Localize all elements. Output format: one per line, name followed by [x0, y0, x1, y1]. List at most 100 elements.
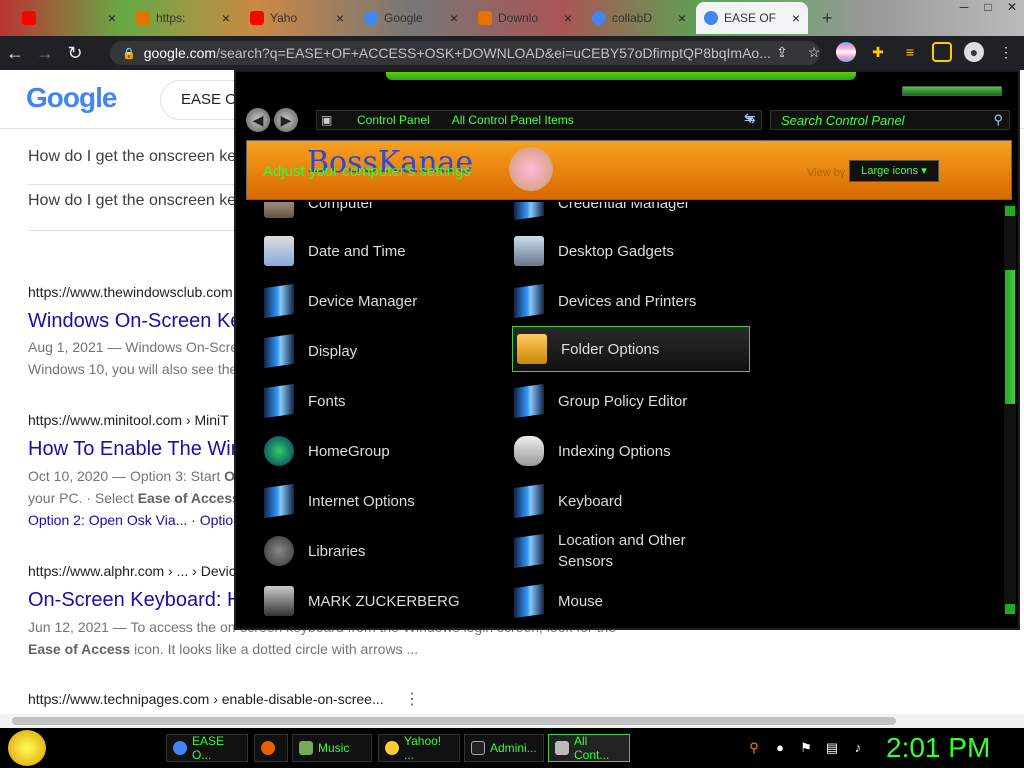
search-input[interactable]: Search Control Panel ⚲	[770, 110, 1010, 130]
star-icon[interactable]: ☆	[804, 42, 824, 62]
flag-extension-icon[interactable]	[836, 42, 856, 62]
result-snippet: Windows 10, you will also see the	[28, 361, 238, 377]
cp-item-homegroup[interactable]: HomeGroup	[236, 428, 486, 474]
cp-item-location-sensors[interactable]: Location and Other Sensors	[486, 528, 726, 574]
search-icon[interactable]: ⚲	[993, 112, 1003, 128]
folder-icon	[517, 334, 547, 364]
breadcrumb-item[interactable]: Control Panel	[357, 113, 430, 127]
back-icon[interactable]: ←	[0, 43, 30, 64]
cp-item-internet-options[interactable]: Internet Options	[236, 478, 486, 524]
tab-3[interactable]: Yaho ×	[242, 2, 352, 34]
close-icon[interactable]: ×	[792, 10, 800, 26]
sidepanel-icon[interactable]	[932, 42, 952, 62]
scroll-down-icon[interactable]	[1005, 604, 1015, 614]
related-question[interactable]: How do I get the onscreen ke	[28, 192, 236, 210]
taskbar-button-yahoo[interactable]: Yahoo! ...	[378, 734, 460, 762]
close-icon[interactable]: ×	[678, 10, 686, 26]
result-sitelinks[interactable]: Option 2: Open Osk Via... · Option	[28, 512, 241, 528]
clock-icon	[264, 236, 294, 266]
cp-item-keyboard[interactable]: Keyboard	[486, 478, 726, 524]
tab-5[interactable]: Downlo ×	[470, 2, 580, 34]
tab-label: Yaho	[270, 11, 298, 25]
cp-item-label: Display	[308, 342, 358, 360]
scrollbar-thumb[interactable]	[1005, 270, 1015, 404]
cp-item-credential-manager[interactable]: Credential Manager	[486, 202, 726, 226]
menu-icon[interactable]: ⋮	[996, 42, 1016, 62]
close-icon[interactable]: ×	[450, 10, 458, 26]
close-window-icon[interactable]: ✕	[1000, 0, 1024, 22]
scroll-up-icon[interactable]	[1005, 206, 1015, 216]
tab-6[interactable]: collabD ×	[584, 2, 694, 34]
cp-item-date-time[interactable]: Date and Time	[236, 228, 486, 274]
cp-item-group-policy[interactable]: Group Policy Editor	[486, 378, 726, 424]
cp-item-mouse[interactable]: Mouse	[486, 578, 726, 622]
puzzle-icon[interactable]: ✚	[868, 42, 888, 62]
gadgets-icon	[514, 236, 544, 266]
start-button[interactable]	[8, 730, 46, 766]
cp-item-computer[interactable]: Computer	[236, 202, 486, 226]
taskbar-button-cmd[interactable]: Admini...	[464, 734, 544, 762]
forward-icon[interactable]: ▶	[274, 108, 298, 132]
reload-icon[interactable]: ↻	[60, 43, 90, 64]
cp-item-user[interactable]: MARK ZUCKERBERG	[236, 578, 486, 622]
close-icon[interactable]: ×	[108, 10, 116, 26]
cp-nav-buttons: ◀ ▶	[246, 108, 298, 132]
related-question[interactable]: How do I get the onscreen ke	[28, 148, 236, 166]
result-title[interactable]: Windows On-Screen Ke	[28, 310, 241, 333]
minimize-icon[interactable]: ─	[952, 0, 976, 22]
breadcrumb[interactable]: ▣ Control Panel All Control Panel Items …	[316, 110, 762, 130]
taskbar-button-control-panel[interactable]: All Cont...	[548, 734, 630, 762]
google-logo[interactable]: Google	[26, 82, 117, 114]
scrollbar-thumb[interactable]	[12, 717, 896, 725]
search-icon[interactable]: ⚲	[746, 740, 762, 756]
window-buttons[interactable]	[902, 86, 1002, 96]
volume-icon[interactable]: ♪	[850, 740, 866, 756]
tab-label: collabD	[612, 11, 653, 25]
address-host: google.com	[143, 45, 217, 61]
share-icon[interactable]: ⇪	[772, 42, 792, 62]
maximize-icon[interactable]: □	[976, 0, 1000, 22]
horizontal-scrollbar[interactable]	[0, 714, 1024, 728]
profile-icon[interactable]: ●	[964, 42, 984, 62]
cp-item-devices-printers[interactable]: Devices and Printers	[486, 278, 726, 324]
clock[interactable]: 2:01 PM	[886, 732, 990, 764]
more-options-icon[interactable]: ⋮	[404, 689, 420, 709]
tab-active[interactable]: EASE OF ×	[696, 2, 808, 34]
breadcrumb-item[interactable]: All Control Panel Items	[452, 113, 574, 127]
tab-4[interactable]: Google ×	[356, 2, 466, 34]
cp-item-device-manager[interactable]: Device Manager	[236, 278, 486, 324]
taskbar-button-firefox[interactable]	[254, 734, 288, 762]
tab-1[interactable]: ×	[14, 2, 124, 34]
address-bar[interactable]: 🔒 google.com /search?q=EASE+OF+ACCESS+OS…	[110, 41, 820, 65]
new-tab-button[interactable]: +	[814, 2, 840, 34]
taskbar-button-music[interactable]: Music	[292, 734, 372, 762]
result-title[interactable]: How To Enable The Win	[28, 438, 242, 461]
vertical-scrollbar[interactable]	[1004, 204, 1016, 616]
refresh-icon[interactable]: ⇆	[744, 110, 756, 127]
cp-item-desktop-gadgets[interactable]: Desktop Gadgets	[486, 228, 726, 274]
control-panel-icon	[555, 741, 569, 755]
chat-icon[interactable]: ●	[772, 740, 788, 756]
close-icon[interactable]: ×	[564, 10, 572, 26]
cp-item-folder-options[interactable]: Folder Options	[512, 326, 750, 372]
chrome-icon	[173, 741, 187, 755]
view-by-dropdown[interactable]: Large icons ▾	[849, 160, 939, 182]
forward-icon[interactable]: →	[30, 43, 60, 64]
user-icon	[264, 586, 294, 616]
close-icon[interactable]: ×	[222, 10, 230, 26]
playlist-icon[interactable]: ≡	[900, 42, 920, 62]
flag-icon[interactable]: ⚑	[798, 740, 814, 756]
result-snippet: Oct 10, 2020 — Option 3: Start OS	[28, 465, 244, 487]
back-icon[interactable]: ◀	[246, 108, 270, 132]
taskbar-button-chrome[interactable]: EASE O...	[166, 734, 248, 762]
result-title[interactable]: On-Screen Keyboard: H	[28, 589, 241, 612]
network-icon[interactable]: ▤	[824, 740, 840, 756]
result-snippet: Aug 1, 2021 — Windows On-Scree	[28, 339, 246, 355]
cp-item-libraries[interactable]: Libraries	[236, 528, 486, 574]
cp-item-indexing-options[interactable]: Indexing Options	[486, 428, 726, 474]
cp-item-display[interactable]: Display	[236, 328, 486, 374]
close-icon[interactable]: ×	[336, 10, 344, 26]
cp-item-fonts[interactable]: Fonts	[236, 378, 486, 424]
result-snippet: Ease of Access icon. It looks like a dot…	[28, 638, 418, 660]
tab-2[interactable]: https: ×	[128, 2, 238, 34]
